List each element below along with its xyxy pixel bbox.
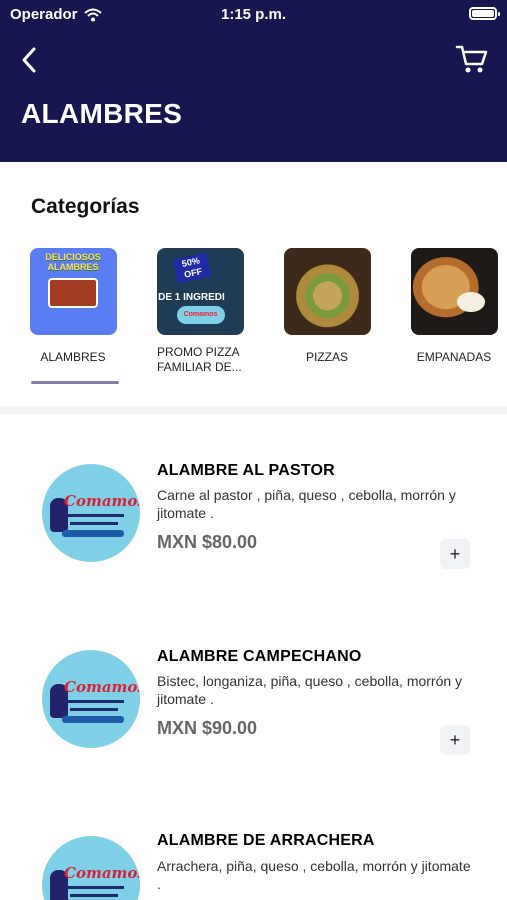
selected-category-indicator [31, 381, 119, 384]
product-item[interactable]: Comamos ALAMBRE CAMPECHANO Bistec, longa… [0, 636, 507, 806]
categories-carousel[interactable]: DELICIOSOS ALAMBRES ALAMBRES 50% OFF A D… [0, 248, 507, 388]
logo-line [68, 514, 124, 517]
product-image: Comamos [42, 836, 140, 900]
logo-line [68, 886, 124, 889]
cart-button[interactable] [455, 42, 489, 76]
add-to-cart-button[interactable]: + [440, 725, 470, 755]
brand-logo: Comamos [64, 492, 140, 510]
section-divider [0, 406, 507, 414]
category-thumb [410, 248, 498, 335]
category-label: PROMO PIZZA FAMILIAR DE... [157, 345, 242, 374]
product-price: MXN $90.00 [157, 718, 258, 738]
logo-ribbon [62, 530, 124, 537]
category-label: EMPANADAS [416, 350, 492, 364]
logo-ribbon [62, 716, 124, 723]
product-name: ALAMBRE DE ARRACHERA [157, 832, 375, 849]
app-header: Operador 1:15 p.m. ALAMBRES [0, 0, 507, 162]
page-title: ALAMBRES [21, 98, 183, 129]
back-button[interactable] [14, 44, 44, 76]
category-thumb: 50% OFF A DE 1 INGREDI Comamos [156, 248, 244, 335]
logo-line [70, 894, 118, 897]
product-item[interactable]: Comamos ALAMBRE AL PASTOR Carne al pasto… [0, 450, 507, 620]
brand-logo: Comamos [64, 678, 140, 696]
product-image: Comamos [42, 464, 140, 562]
cart-icon [455, 45, 488, 73]
status-time: 1:15 p.m. [220, 6, 287, 23]
category-label: PIZZAS [305, 350, 348, 364]
category-thumb [283, 248, 371, 335]
product-image: Comamos [42, 650, 140, 748]
category-alambres[interactable]: DELICIOSOS ALAMBRES ALAMBRES [18, 248, 128, 365]
category-pizzas[interactable]: PIZZAS [272, 248, 382, 365]
thumb-title: DELICIOSOS ALAMBRES [45, 252, 101, 272]
category-label: ALAMBRES [40, 350, 106, 364]
product-price: MXN $80.00 [157, 532, 258, 552]
chevron-left-icon [22, 47, 36, 73]
brand-logo: Comamos [176, 306, 225, 324]
battery-icon [469, 7, 500, 20]
category-promo-pizza[interactable]: 50% OFF A DE 1 INGREDI Comamos PROMO PIZ… [145, 248, 255, 375]
product-name: ALAMBRE AL PASTOR [157, 462, 335, 479]
discount-badge: 50% OFF [172, 252, 211, 284]
promo-banner-text: A DE 1 INGREDI [157, 292, 225, 303]
product-name: ALAMBRE CAMPECHANO [157, 648, 362, 665]
category-thumb: DELICIOSOS ALAMBRES [29, 248, 117, 335]
categories-title: Categorías [31, 195, 140, 218]
product-description: Carne al pastor , piña, queso , cebolla,… [157, 487, 456, 521]
product-description: Arrachera, piña, queso , cebolla, morrón… [157, 858, 471, 892]
category-empanadas[interactable]: EMPANADAS [399, 248, 507, 365]
logo-line [68, 700, 124, 703]
add-to-cart-button[interactable]: + [440, 539, 470, 569]
product-description: Bistec, longaniza, piña, queso , cebolla… [157, 673, 463, 707]
logo-line [70, 522, 118, 525]
brand-logo: Comamos [64, 864, 140, 882]
status-bar: Operador 1:15 p.m. [0, 0, 507, 28]
logo-line [70, 708, 118, 711]
product-item[interactable]: Comamos ALAMBRE DE ARRACHERA Arrachera, … [0, 822, 507, 900]
food-image [47, 278, 98, 308]
